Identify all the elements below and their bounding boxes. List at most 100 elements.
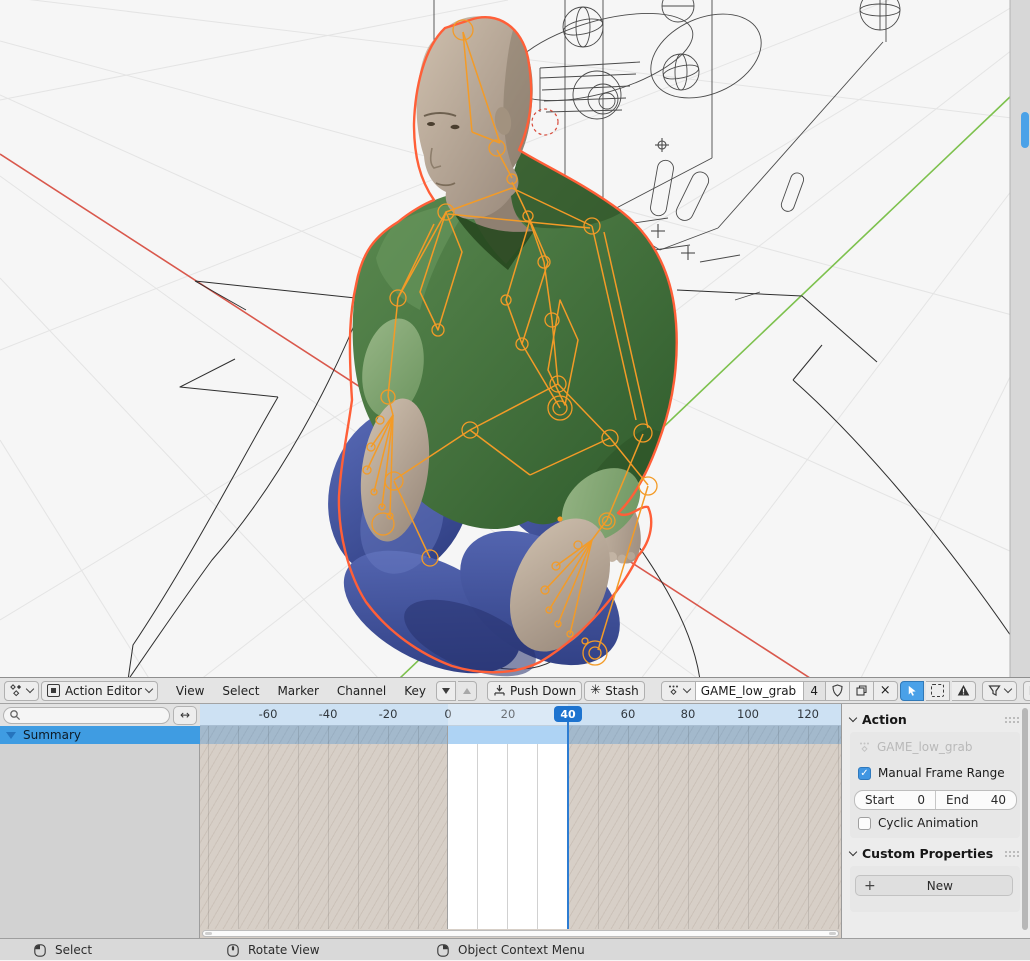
editor-type-dropdown[interactable] bbox=[4, 681, 39, 701]
channel-search-row: ↔ bbox=[0, 704, 200, 726]
new-property-button[interactable]: + New bbox=[855, 875, 1013, 896]
action-name-field[interactable]: GAME_low_grab bbox=[696, 681, 804, 701]
show-hidden-toggle[interactable] bbox=[926, 681, 950, 701]
stash-button[interactable]: ✳ Stash bbox=[584, 681, 644, 701]
end-value: 40 bbox=[991, 793, 1006, 807]
filter-dropdown[interactable] bbox=[982, 681, 1017, 701]
users-count-value: 4 bbox=[810, 684, 818, 698]
action-browse-dropdown[interactable] bbox=[661, 681, 696, 701]
push-down-button[interactable]: Push Down bbox=[487, 681, 582, 701]
layer-down-button[interactable] bbox=[436, 681, 456, 701]
only-selected-toggle[interactable] bbox=[900, 681, 924, 701]
sidebar-scrollbar[interactable] bbox=[1022, 708, 1028, 930]
start-frame-field[interactable]: Start 0 bbox=[855, 791, 935, 809]
filter-funnel-icon bbox=[988, 684, 1001, 697]
search-icon bbox=[9, 709, 21, 721]
manual-frame-range-row: ✓ Manual Frame Range bbox=[858, 766, 1005, 780]
new-button-label: New bbox=[876, 879, 1004, 893]
status-bar: Select Rotate View Object Context Menu bbox=[0, 938, 1030, 960]
menu-select[interactable]: Select bbox=[214, 684, 267, 698]
duplicate-icon bbox=[855, 684, 868, 697]
menu-marker[interactable]: Marker bbox=[269, 684, 326, 698]
viewport-scene bbox=[0, 0, 1030, 677]
menu-view[interactable]: View bbox=[168, 684, 212, 698]
ghost-frame-icon bbox=[931, 684, 944, 697]
menu-key[interactable]: Key bbox=[396, 684, 434, 698]
only-errors-toggle[interactable] bbox=[952, 681, 976, 701]
push-down-icon bbox=[493, 684, 506, 697]
snap-dropdown[interactable]: Nearest F bbox=[1023, 681, 1030, 701]
frame-range-fields: Start 0 End 40 bbox=[854, 790, 1017, 810]
custom-properties-header[interactable]: Custom Properties bbox=[850, 846, 993, 861]
custom-properties-title: Custom Properties bbox=[862, 846, 993, 861]
action-editor-mode-select[interactable]: Action Editor bbox=[41, 681, 158, 701]
fake-user-button[interactable] bbox=[826, 681, 850, 701]
menu-channel[interactable]: Channel bbox=[329, 684, 394, 698]
ruler-inrange-highlight bbox=[448, 704, 568, 726]
summary-inrange-band bbox=[448, 726, 568, 744]
snowflake-icon: ✳ bbox=[590, 684, 601, 697]
custom-properties-body: + New bbox=[850, 866, 1020, 912]
horizontal-scrollbar[interactable] bbox=[202, 930, 839, 937]
action-editor-mode-icon bbox=[47, 684, 60, 697]
current-frame-badge[interactable]: 40 bbox=[554, 706, 582, 722]
chevron-down-icon bbox=[849, 714, 857, 722]
viewport-3d[interactable] bbox=[0, 0, 1030, 677]
status-label: Object Context Menu bbox=[458, 943, 585, 957]
scrollbar-left-cap[interactable] bbox=[205, 932, 212, 935]
scrollbar-right-cap[interactable] bbox=[829, 932, 836, 935]
ruler-tick: -40 bbox=[319, 707, 338, 721]
ruler-tick: 120 bbox=[797, 707, 819, 721]
start-label: Start bbox=[865, 793, 894, 807]
cyclic-animation-checkbox[interactable] bbox=[858, 817, 871, 830]
current-frame-value: 40 bbox=[560, 708, 575, 721]
constraint-dashed-circle bbox=[532, 109, 558, 135]
check-icon: ✓ bbox=[860, 768, 868, 779]
dope-sheet-sidebar: Action GAME_low_grab ✓ Manual Frame Rang… bbox=[841, 704, 1030, 938]
channels-inrange-block bbox=[448, 744, 568, 929]
mouse-right-icon bbox=[436, 944, 450, 957]
status-hint-rotate-view: Rotate View bbox=[226, 939, 320, 961]
dope-sheet-header: Action Editor View Select Marker Channel… bbox=[0, 677, 1030, 704]
timeline-canvas[interactable]: -60 -40 -20 0 20 60 80 100 120 40 bbox=[200, 704, 841, 938]
mouse-middle-icon bbox=[226, 944, 240, 957]
linked-action-row: GAME_low_grab bbox=[858, 740, 972, 754]
dope-sheet-editor-icon bbox=[10, 684, 23, 697]
manual-frame-range-checkbox[interactable]: ✓ bbox=[858, 767, 871, 780]
ruler-tick: -60 bbox=[259, 707, 278, 721]
push-down-label: Push Down bbox=[510, 684, 576, 698]
chevron-down-icon bbox=[26, 685, 34, 693]
layer-up-button[interactable] bbox=[458, 681, 477, 701]
end-frame-field[interactable]: End 40 bbox=[935, 791, 1016, 809]
viewport-edge-strip bbox=[1010, 0, 1030, 677]
ruler-tick: -20 bbox=[379, 707, 398, 721]
manual-frame-range-label: Manual Frame Range bbox=[878, 766, 1005, 780]
playhead-line[interactable] bbox=[567, 719, 569, 929]
linked-action-name: GAME_low_grab bbox=[877, 740, 972, 754]
action-panel-header[interactable]: Action bbox=[850, 712, 907, 727]
action-name-value: GAME_low_grab bbox=[701, 684, 796, 698]
end-label: End bbox=[946, 793, 969, 807]
viewport-scrollbar-thumb[interactable] bbox=[1021, 112, 1029, 148]
channel-name-column: ↔ Summary bbox=[0, 704, 200, 938]
start-value: 0 bbox=[917, 793, 925, 807]
summary-channel-row[interactable]: Summary bbox=[0, 726, 200, 744]
cursor-select-icon bbox=[906, 684, 918, 697]
new-action-button[interactable] bbox=[850, 681, 874, 701]
time-ruler[interactable]: -60 -40 -20 0 20 60 80 100 120 bbox=[200, 704, 841, 726]
grip-dots-icon[interactable] bbox=[1004, 716, 1020, 723]
ruler-tick: 60 bbox=[621, 707, 636, 721]
action-panel-title: Action bbox=[862, 712, 907, 727]
shield-icon bbox=[831, 684, 844, 697]
status-label: Select bbox=[55, 943, 92, 957]
unlink-action-button[interactable]: × bbox=[874, 681, 898, 701]
action-panel-body: GAME_low_grab ✓ Manual Frame Range Start… bbox=[850, 732, 1020, 838]
action-users-count[interactable]: 4 bbox=[804, 681, 826, 701]
channel-search-input[interactable] bbox=[3, 707, 170, 724]
cyclic-animation-row: Cyclic Animation bbox=[858, 816, 978, 830]
chevron-down-icon bbox=[145, 685, 153, 693]
disclosure-triangle-icon[interactable] bbox=[6, 732, 16, 739]
expand-channels-button[interactable]: ↔ bbox=[173, 706, 197, 725]
grip-dots-icon[interactable] bbox=[1004, 850, 1020, 857]
mode-select-label: Action Editor bbox=[65, 684, 142, 698]
